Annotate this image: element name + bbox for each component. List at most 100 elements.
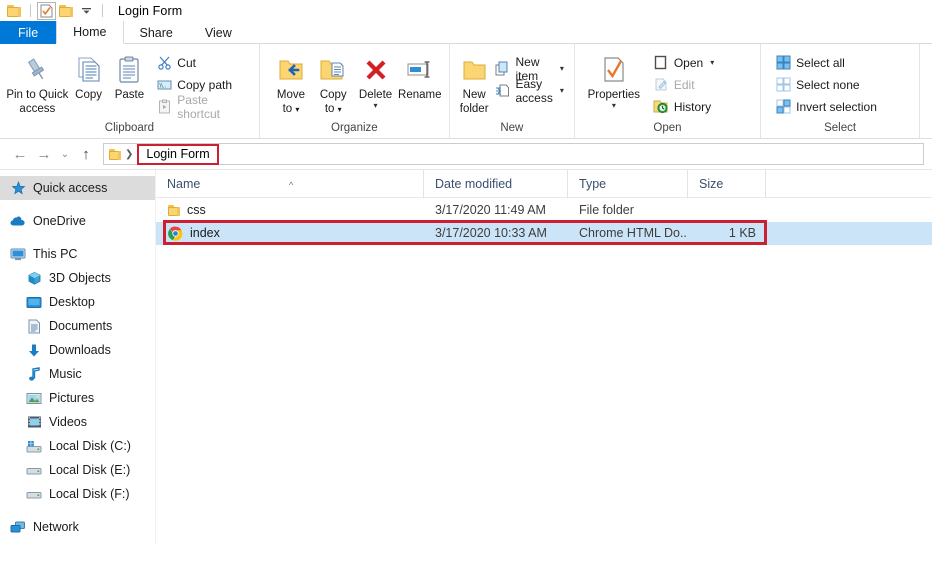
sidebar-item-this-pc[interactable]: This PC bbox=[0, 242, 155, 266]
chrome-icon bbox=[168, 226, 183, 241]
file-type-cell: File folder bbox=[579, 203, 634, 217]
sidebar-item-videos[interactable]: Videos bbox=[0, 410, 155, 434]
tab-share[interactable]: Share bbox=[124, 21, 189, 44]
select-all-button[interactable]: Select all bbox=[775, 53, 881, 72]
copy-to-icon bbox=[318, 52, 348, 88]
sidebar-item-network[interactable]: Network bbox=[0, 515, 155, 539]
new-item-caret-icon[interactable]: ▾ bbox=[560, 64, 564, 73]
tab-home[interactable]: Home bbox=[56, 21, 124, 44]
svg-text:\\..: \\.. bbox=[159, 83, 166, 89]
sidebar-item-documents[interactable]: Documents bbox=[0, 314, 155, 338]
customize-qat-chevron-icon[interactable] bbox=[76, 1, 96, 20]
cut-button[interactable]: Cut bbox=[156, 53, 253, 72]
open-button[interactable]: Open ▾ bbox=[653, 53, 718, 72]
quick-access-toolbar[interactable] bbox=[4, 1, 109, 20]
copy-path-button[interactable]: \\.. Copy path bbox=[156, 75, 253, 94]
pin-to-quick-access-button[interactable]: Pin to Quick access bbox=[6, 49, 69, 116]
column-header-size[interactable]: Size bbox=[688, 169, 766, 198]
recent-locations-chevron-icon[interactable]: ⌄ bbox=[56, 143, 74, 165]
properties-dropdown-caret-icon[interactable]: ▾ bbox=[612, 102, 616, 110]
tab-file[interactable]: File bbox=[0, 21, 57, 44]
table-row[interactable]: index 3/17/2020 10:33 AM Chrome HTML Do.… bbox=[156, 222, 932, 245]
file-rows: css 3/17/2020 11:49 AM File folder index… bbox=[156, 198, 932, 245]
new-folder-icon[interactable] bbox=[56, 1, 76, 20]
qat-divider-2 bbox=[102, 4, 103, 17]
new-small-buttons: New item ▾ Easy access ▾ bbox=[494, 49, 567, 105]
sidebar-item-3d-objects[interactable]: 3D Objects bbox=[0, 266, 155, 290]
up-arrow-icon[interactable]: ↑ bbox=[74, 143, 98, 165]
address-bar: ← → ⌄ ↑ ❯ Login Form bbox=[0, 139, 932, 170]
table-row[interactable]: css 3/17/2020 11:49 AM File folder bbox=[156, 198, 932, 222]
history-button[interactable]: History bbox=[653, 97, 718, 116]
select-all-icon bbox=[775, 55, 791, 71]
breadcrumb-login-form[interactable]: Login Form bbox=[137, 143, 219, 165]
copy-to-label-line2: to ▾ bbox=[324, 103, 342, 115]
qat-divider-1 bbox=[30, 4, 31, 17]
open-caret-icon[interactable]: ▾ bbox=[710, 58, 714, 67]
ribbon-group-filler bbox=[920, 44, 932, 139]
rename-button[interactable]: Rename bbox=[397, 49, 443, 102]
pin-star-icon bbox=[10, 180, 26, 196]
folder-icon[interactable] bbox=[4, 1, 24, 20]
easy-access-caret-icon[interactable]: ▾ bbox=[560, 86, 564, 95]
copy-label: Copy bbox=[75, 89, 103, 101]
history-icon bbox=[653, 99, 669, 115]
new-folder-label-line2: folder bbox=[459, 103, 489, 115]
column-header-type[interactable]: Type bbox=[568, 169, 688, 198]
cut-label: Cut bbox=[177, 55, 196, 70]
column-header-name[interactable]: Name ^ bbox=[156, 169, 424, 198]
sidebar-label: Videos bbox=[49, 415, 87, 429]
new-item-button[interactable]: New item ▾ bbox=[494, 55, 567, 83]
edit-button[interactable]: Edit bbox=[653, 75, 718, 94]
ribbon-group-label-open: Open bbox=[653, 122, 682, 134]
onedrive-cloud-icon bbox=[10, 213, 26, 229]
column-headers: Name ^ Date modified Type Size bbox=[156, 169, 932, 198]
forward-arrow-icon[interactable]: → bbox=[32, 143, 56, 165]
sidebar-item-local-disk-f[interactable]: Local Disk (F:) bbox=[0, 482, 155, 506]
invert-selection-label: Invert selection bbox=[796, 99, 877, 114]
address-path-field[interactable]: ❯ Login Form bbox=[103, 143, 924, 165]
sort-ascending-caret-icon: ^ bbox=[289, 179, 294, 190]
ribbon-tab-strip[interactable]: File Home Share View bbox=[0, 21, 932, 44]
sidebar-label: OneDrive bbox=[33, 214, 86, 228]
sidebar-item-desktop[interactable]: Desktop bbox=[0, 290, 155, 314]
copy-button[interactable]: Copy bbox=[69, 49, 109, 102]
copy-path-label: Copy path bbox=[177, 77, 232, 92]
history-label: History bbox=[673, 99, 712, 114]
sidebar-item-quick-access[interactable]: Quick access bbox=[0, 176, 155, 200]
move-to-button[interactable]: Move to ▾ bbox=[270, 49, 312, 116]
paste-shortcut-button[interactable]: Paste shortcut bbox=[156, 93, 253, 121]
invert-selection-button[interactable]: Invert selection bbox=[775, 97, 881, 116]
sidebar-item-local-disk-e[interactable]: Local Disk (E:) bbox=[0, 458, 155, 482]
tab-view[interactable]: View bbox=[189, 21, 248, 44]
column-header-date-modified[interactable]: Date modified bbox=[424, 169, 568, 198]
new-folder-button[interactable]: New folder bbox=[458, 49, 491, 116]
properties-page-check-icon bbox=[40, 4, 53, 17]
file-date-cell: 3/17/2020 10:33 AM bbox=[435, 226, 547, 240]
pin-icon bbox=[23, 52, 51, 88]
pin-label-line1: Pin to Quick bbox=[6, 89, 69, 101]
navigation-pane[interactable]: Quick access OneDrive This PC 3D Objects… bbox=[0, 170, 156, 544]
file-name-label: index bbox=[190, 226, 220, 240]
sidebar-item-pictures[interactable]: Pictures bbox=[0, 386, 155, 410]
delete-dropdown-caret-icon[interactable]: ▾ bbox=[374, 102, 378, 110]
paste-button[interactable]: Paste bbox=[109, 49, 151, 102]
properties-icon[interactable] bbox=[37, 1, 56, 20]
file-date-cell: 3/17/2020 11:49 AM bbox=[435, 203, 546, 217]
copy-to-button[interactable]: Copy to ▾ bbox=[312, 49, 354, 116]
sidebar-item-downloads[interactable]: Downloads bbox=[0, 338, 155, 362]
delete-icon bbox=[363, 52, 389, 88]
sidebar-label: Local Disk (F:) bbox=[49, 487, 130, 501]
sidebar-item-onedrive[interactable]: OneDrive bbox=[0, 209, 155, 233]
file-name-cell[interactable]: index bbox=[156, 222, 424, 245]
easy-access-button[interactable]: Easy access ▾ bbox=[494, 77, 567, 105]
sidebar-item-music[interactable]: Music bbox=[0, 362, 155, 386]
delete-button[interactable]: Delete ▾ bbox=[354, 49, 396, 110]
properties-button[interactable]: Properties ▾ bbox=[583, 49, 645, 110]
back-arrow-icon[interactable]: ← bbox=[8, 143, 32, 165]
sidebar-item-local-disk-c[interactable]: Local Disk (C:) bbox=[0, 434, 155, 458]
file-name-cell[interactable]: css bbox=[156, 198, 424, 222]
select-none-button[interactable]: Select none bbox=[775, 75, 881, 94]
new-folder-label-line1: New bbox=[462, 89, 486, 101]
open-icon bbox=[653, 55, 669, 71]
